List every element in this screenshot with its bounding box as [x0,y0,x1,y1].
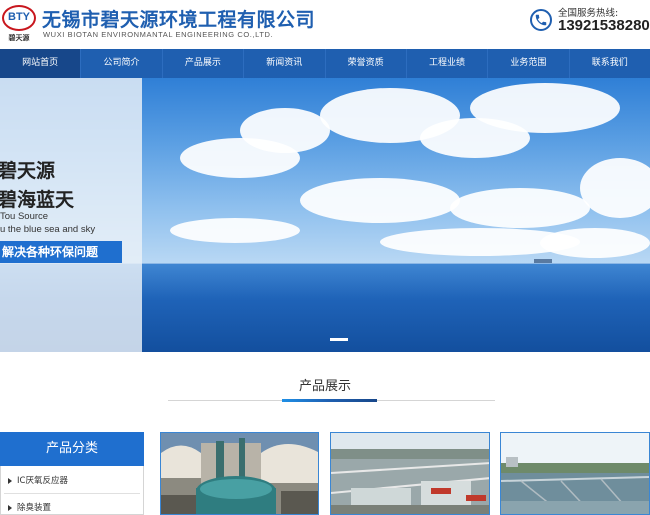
banner-ship [534,259,552,263]
category-item[interactable]: 除臭装置 [8,501,51,513]
banner-slogan-line1: 碧天源 [0,160,56,182]
product-thumbnail[interactable] [500,432,650,515]
product-image [501,433,649,514]
banner-cloud [450,188,590,228]
banner-slogan-line2: 碧海蓝天 [0,189,75,211]
banner-cloud [540,228,650,258]
banner-slogan-en1: Tou Source [0,211,49,222]
category-item-label: 除臭装置 [17,503,52,513]
banner-cloud [240,108,330,153]
banner-cloud [170,218,300,243]
product-thumbnail[interactable] [330,432,490,515]
banner-slogan-bar: 解决各种环保问题 [0,241,122,263]
caret-right-icon [8,477,12,484]
nav-item-business[interactable]: 业务范围 [488,49,570,78]
logo-chinese: 碧天源 [8,34,30,42]
banner-slogan-en2: u the blue sea and sky [0,224,96,235]
product-thumbnail[interactable] [160,432,319,515]
hero-banner[interactable]: 碧天源 碧海蓝天 Tou Source u the blue sea and s… [0,78,650,352]
category-item-label: IC厌氧反应器 [17,476,68,486]
nav-item-projects[interactable]: 工程业绩 [407,49,489,78]
banner-cloud [580,158,650,218]
category-divider [4,493,140,494]
section-accent-bar [282,399,377,402]
product-image [161,433,318,514]
section-title-products: 产品展示 [298,379,351,394]
nav-item-home[interactable]: 网站首页 [0,49,82,78]
category-item[interactable]: IC厌氧反应器 [8,474,68,486]
company-english-name: WUXI BIOTAN ENVIRONMANTAL ENGINEERING CO… [43,30,274,39]
nav-item-honors[interactable]: 荣誉资质 [326,49,407,78]
site-header: BTY 碧天源 无锡市碧天源环境工程有限公司 WUXI BIOTAN ENVIR… [0,0,650,47]
category-header: 产品分类 [0,432,144,466]
slider-indicator[interactable] [330,338,348,341]
logo-letters: BTY [8,11,30,23]
product-image [331,433,489,514]
main-nav: 网站首页 公司简介 产品展示 新闻资讯 荣誉资质 工程业绩 业务范围 联系我们 [0,49,650,78]
nav-item-about[interactable]: 公司简介 [81,49,163,78]
company-name[interactable]: 无锡市碧天源环境工程有限公司 [42,5,315,32]
nav-item-contact[interactable]: 联系我们 [570,49,650,78]
banner-cloud [470,83,620,133]
hotline-number: 13921538280 [558,17,650,34]
nav-item-news[interactable]: 新闻资讯 [244,49,326,78]
banner-cloud [300,178,460,223]
company-logo[interactable]: BTY 碧天源 [2,5,36,42]
phone-handset-icon [535,14,547,26]
caret-right-icon [8,504,12,511]
phone-icon [530,9,552,31]
nav-item-products[interactable]: 产品展示 [163,49,245,78]
